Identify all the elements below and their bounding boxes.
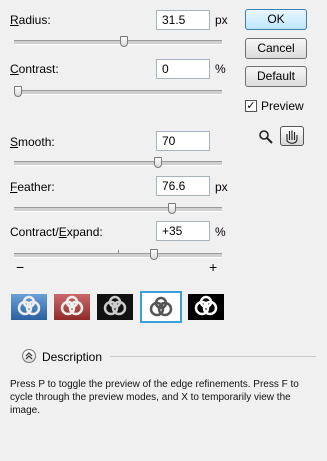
smooth-slider[interactable] xyxy=(14,161,222,166)
preview-mode-standard[interactable] xyxy=(11,294,47,320)
radius-slider-thumb[interactable] xyxy=(120,36,128,47)
contrast-slider-thumb[interactable] xyxy=(14,86,22,97)
smooth-label: Smooth: xyxy=(10,135,55,149)
radius-unit: px xyxy=(215,13,228,27)
preview-mode-quick-mask[interactable] xyxy=(54,294,90,320)
ok-button[interactable]: OK xyxy=(245,9,307,30)
feather-slider[interactable] xyxy=(14,207,222,212)
feather-unit: px xyxy=(215,180,228,194)
preview-label: Preview xyxy=(261,99,304,113)
center-tick xyxy=(118,250,119,253)
preview-mode-on-black[interactable] xyxy=(97,294,133,320)
collapse-chevron-icon[interactable] xyxy=(22,349,36,363)
cancel-button[interactable]: Cancel xyxy=(245,38,307,59)
description-title: Description xyxy=(42,350,103,364)
feather-input[interactable]: 76.6 xyxy=(156,176,210,196)
contract-expand-input[interactable]: +35 xyxy=(156,221,210,241)
contract-expand-slider-thumb[interactable] xyxy=(150,249,158,260)
smooth-slider-thumb[interactable] xyxy=(154,157,162,168)
feather-slider-thumb[interactable] xyxy=(168,203,176,214)
contract-expand-label: Contract/Expand: xyxy=(10,225,103,239)
description-text: Press P to toggle the preview of the edg… xyxy=(10,379,299,416)
hand-tool-icon[interactable] xyxy=(280,126,304,146)
default-button[interactable]: Default xyxy=(245,66,307,87)
preview-mode-mask[interactable] xyxy=(188,294,224,320)
feather-label: Feather: xyxy=(10,180,55,194)
contrast-input[interactable]: 0 xyxy=(156,59,210,79)
radius-input[interactable]: 31.5 xyxy=(156,10,210,30)
preview-mode-on-white[interactable] xyxy=(140,291,182,323)
contrast-label: Contrast: xyxy=(10,62,59,76)
contrast-unit: % xyxy=(215,62,226,76)
contrast-slider[interactable] xyxy=(14,90,222,95)
smooth-input[interactable]: 70 xyxy=(156,131,210,151)
contract-expand-unit: % xyxy=(215,225,226,239)
radius-slider[interactable] xyxy=(14,40,222,45)
description-divider xyxy=(110,356,316,357)
contract-expand-slider[interactable] xyxy=(14,253,222,258)
preview-checkbox[interactable]: ✓ xyxy=(245,100,257,112)
zoom-tool-icon[interactable] xyxy=(258,129,274,145)
minus-label: − xyxy=(16,259,25,275)
radius-label: Radius: xyxy=(10,13,51,27)
plus-label: + xyxy=(209,259,218,275)
